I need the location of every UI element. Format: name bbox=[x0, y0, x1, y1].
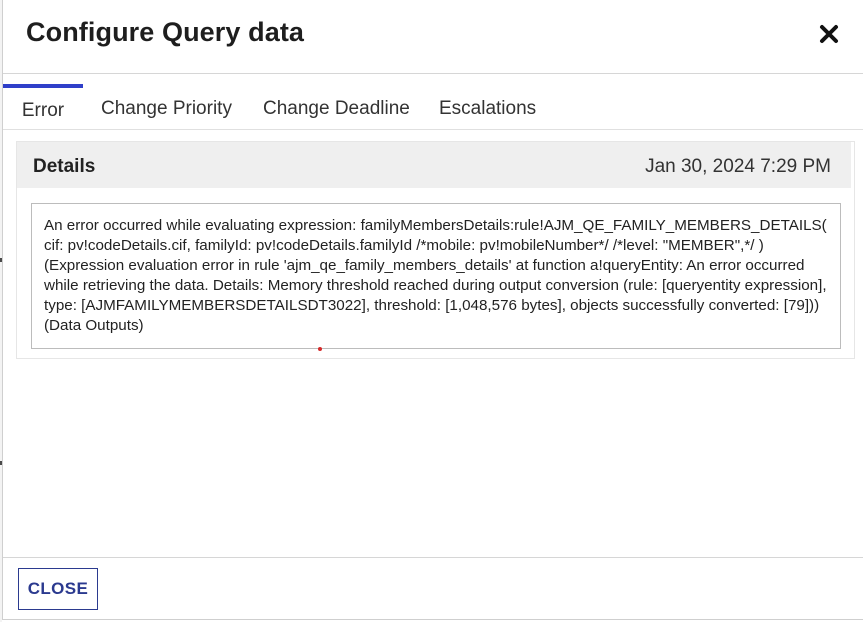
tab-escalations[interactable]: Escalations bbox=[439, 84, 536, 129]
tab-error[interactable]: Error bbox=[3, 84, 83, 130]
configure-query-dialog: Configure Query data Error Change Priori… bbox=[2, 0, 863, 620]
error-message-text: An error occurred while evaluating expre… bbox=[44, 217, 827, 334]
close-x-icon[interactable] bbox=[815, 20, 843, 48]
tab-bar: Error Change Priority Change Deadline Es… bbox=[3, 84, 863, 130]
dialog-header: Configure Query data bbox=[3, 0, 863, 74]
close-button[interactable]: CLOSE bbox=[18, 568, 98, 610]
dialog-title: Configure Query data bbox=[26, 17, 305, 47]
red-marker-dot bbox=[318, 347, 322, 351]
details-card: Details Jan 30, 2024 7:29 PM An error oc… bbox=[16, 141, 855, 359]
tab-change-priority[interactable]: Change Priority bbox=[101, 84, 232, 129]
details-timestamp: Jan 30, 2024 7:29 PM bbox=[645, 156, 831, 177]
details-title: Details bbox=[33, 156, 96, 177]
tab-change-deadline[interactable]: Change Deadline bbox=[263, 84, 410, 129]
details-card-header: Details Jan 30, 2024 7:29 PM bbox=[17, 142, 851, 188]
error-message-box: An error occurred while evaluating expre… bbox=[31, 203, 841, 349]
dialog-footer: CLOSE bbox=[3, 557, 863, 620]
